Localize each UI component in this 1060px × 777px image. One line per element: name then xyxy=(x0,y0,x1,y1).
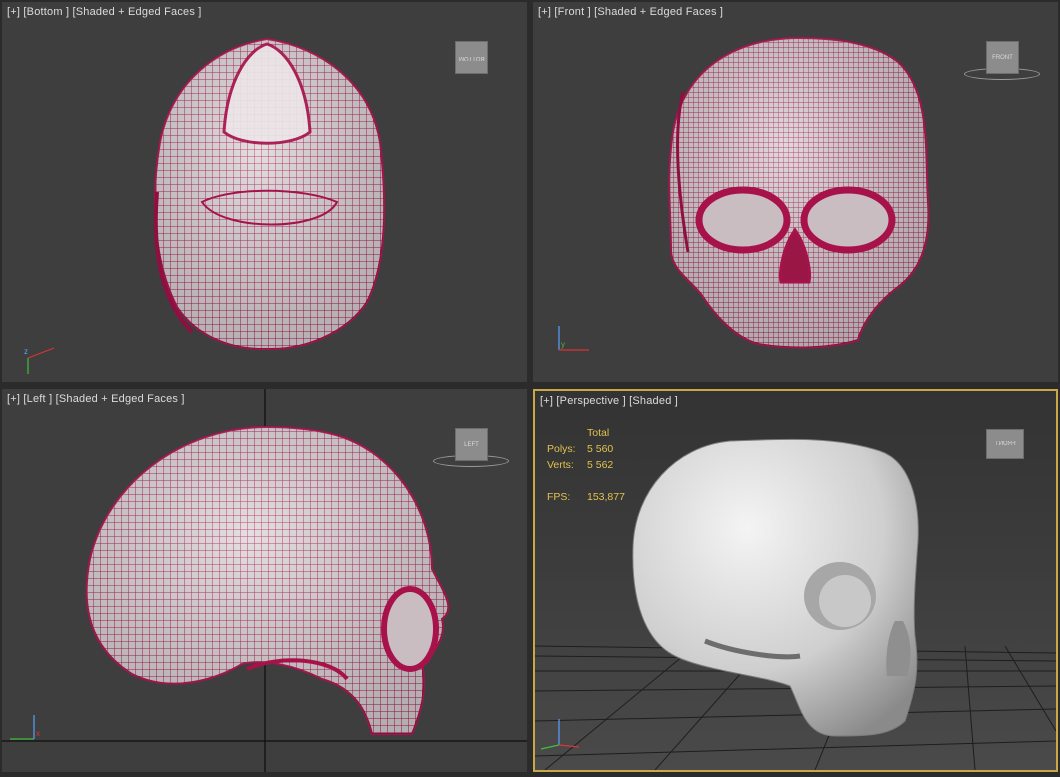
axis-tripod-icon xyxy=(540,719,579,750)
stats-header: Total xyxy=(587,427,610,439)
axis-tripod-icon: z xyxy=(24,347,55,374)
viewport-shading-mode[interactable]: [Shaded + Edged Faces ] xyxy=(73,6,202,18)
viewport-menu-plus[interactable]: [+] xyxy=(7,393,20,405)
statistics-overlay: Total Polys: 5 560 Verts: 5 562 FPS: 153,87… xyxy=(547,425,631,505)
viewport-shading-mode[interactable]: [Shaded ] xyxy=(629,395,678,407)
viewcube-left[interactable]: LEFT xyxy=(455,428,488,461)
verts-label: Verts: xyxy=(547,459,574,471)
svg-text:x: x xyxy=(36,729,40,738)
viewport-perspective[interactable]: [+] [Perspective ] [Shaded ] Total Polys… xyxy=(533,389,1058,772)
viewcube-bottom[interactable]: BOTTOM xyxy=(455,41,488,74)
viewport-point-of-view[interactable]: [Bottom ] xyxy=(23,6,69,18)
skull-bottom-wireframe xyxy=(153,37,386,351)
viewport-point-of-view[interactable]: [Left ] xyxy=(23,393,52,405)
viewport-front[interactable]: [+] [Front ] [Shaded + Edged Faces ] FRO… xyxy=(533,2,1058,382)
skull-left-wireframe xyxy=(2,389,527,772)
viewcube-front[interactable]: FRONT xyxy=(986,41,1019,74)
viewport-label: [+] [Front ] [Shaded + Edged Faces ] xyxy=(538,6,723,18)
viewport-menu-plus[interactable]: [+] xyxy=(7,6,20,18)
axis-tripod-icon: y xyxy=(558,326,589,351)
viewport-bottom[interactable]: [+] [Bottom ] [Shaded + Edged Faces ] BO… xyxy=(2,2,527,382)
fps-value: 153,877 xyxy=(587,491,625,503)
viewcube-face-label: LEFT xyxy=(464,441,479,448)
axis-tripod-icon: x xyxy=(10,715,40,740)
svg-text:y: y xyxy=(561,340,565,349)
viewcube-face-label: BOTTOM xyxy=(458,54,485,61)
viewcube-perspective[interactable]: FRONT xyxy=(986,429,1024,459)
viewcube-face-label: FRONT xyxy=(992,54,1013,61)
viewport-label: [+] [Perspective ] [Shaded ] xyxy=(540,395,678,407)
fps-label: FPS: xyxy=(547,491,571,503)
viewport-left[interactable]: [+] [Left ] [Shaded + Edged Faces ] LEFT… xyxy=(2,389,527,772)
viewport-menu-plus[interactable]: [+] xyxy=(538,6,551,18)
viewport-point-of-view[interactable]: [Front ] xyxy=(554,6,590,18)
viewport-shading-mode[interactable]: [Shaded + Edged Faces ] xyxy=(594,6,723,18)
viewport-label: [+] [Left ] [Shaded + Edged Faces ] xyxy=(7,393,185,405)
polys-label: Polys: xyxy=(547,443,576,455)
viewcube-face-label: FRONT xyxy=(994,441,1016,447)
viewport-menu-plus[interactable]: [+] xyxy=(540,395,553,407)
polys-value: 5 560 xyxy=(587,443,614,455)
viewport-point-of-view[interactable]: [Perspective ] xyxy=(556,395,625,407)
viewport-shading-mode[interactable]: [Shaded + Edged Faces ] xyxy=(56,393,185,405)
viewport-label: [+] [Bottom ] [Shaded + Edged Faces ] xyxy=(7,6,202,18)
svg-text:z: z xyxy=(24,347,28,356)
verts-value: 5 562 xyxy=(587,459,614,471)
skull-front-wireframe xyxy=(668,36,930,349)
